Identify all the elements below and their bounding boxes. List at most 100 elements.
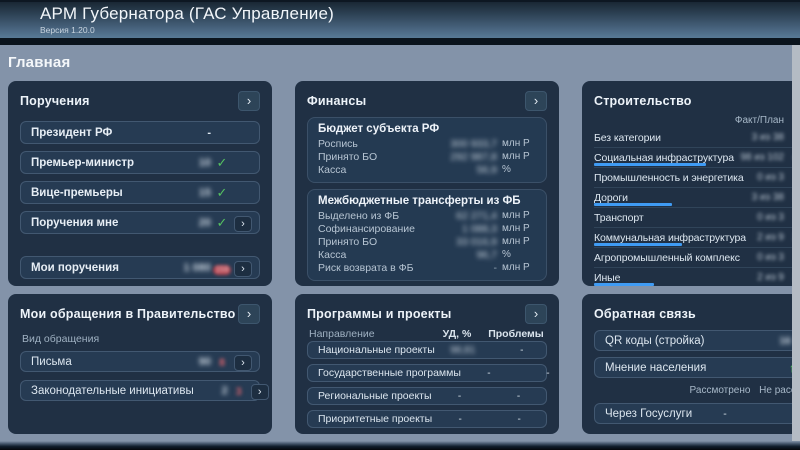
program-problems: - — [488, 414, 550, 425]
column-direction: Направление — [307, 328, 429, 340]
appeal-overdue-value: 8 — [219, 357, 225, 369]
finance-value: 292 987,8 — [433, 151, 497, 163]
programs-column-headers: Направление УД, % Проблемы — [307, 327, 547, 341]
programs-row-state[interactable]: Государственные программы - - — [307, 364, 547, 382]
appeal-value: 2 — [194, 385, 228, 397]
column-problems: Проблемы — [485, 328, 547, 340]
overdue-badge: 159 — [213, 265, 231, 275]
header-divider — [0, 38, 800, 45]
app-title: АРМ Губернатора (ГАС Управление) — [40, 4, 800, 24]
check-icon: ✓ — [217, 155, 228, 170]
panel-appeals: Мои обращения в Правительство › Вид обра… — [8, 294, 272, 434]
column-ud: УД, % — [429, 328, 485, 340]
assignment-row-my[interactable]: Мои поручения 1 080 159 › — [20, 256, 260, 279]
assignment-label: Вице-премьеры — [31, 187, 177, 199]
appeals-row-letters[interactable]: Письма 90 8 › — [20, 351, 260, 372]
feedback-row-qr[interactable]: QR коды (стройка) 16 — [594, 330, 800, 351]
row-chevron-button[interactable]: › — [234, 261, 252, 277]
chevron-right-icon: › — [534, 306, 538, 321]
program-ud: - — [432, 414, 488, 425]
assignment-row-to-me[interactable]: Поручения мне 20 ✓ › — [20, 211, 260, 234]
finance-unit: млн Р — [497, 138, 536, 149]
construction-fact: 2 из 9 — [732, 272, 784, 283]
assignment-value: 20 — [177, 217, 211, 229]
chevron-right-icon: › — [241, 218, 245, 230]
finance-value: - — [433, 262, 497, 274]
assignment-label: Президент РФ — [31, 127, 177, 139]
appeal-label: Письма — [31, 356, 177, 368]
check-icon: ✓ — [217, 185, 228, 200]
finance-value: 300 933,7 — [433, 138, 497, 150]
appeals-expand-button[interactable]: › — [238, 304, 260, 324]
construction-column-headers: Факт/План Динамика — [594, 115, 800, 128]
construction-label: Промышленность и энергетика — [594, 172, 744, 184]
panel-finance: Финансы › Бюджет субъекта РФ Роспись 300… — [295, 81, 559, 286]
assignments-expand-button[interactable]: › — [238, 91, 260, 111]
right-edge-strip — [792, 45, 800, 444]
row-chevron-button[interactable]: › — [234, 216, 252, 232]
assignment-label: Премьер-министр — [31, 157, 177, 169]
program-label: Государственные программы — [318, 367, 461, 379]
appeals-row-initiatives[interactable]: Законодательные инициативы 2 3 › — [20, 380, 260, 401]
panel-programs: Программы и проекты › Направление УД, % … — [295, 294, 559, 434]
program-problems: - — [488, 391, 550, 402]
feedback-column-headers: Рассмотрено Не рассмотрено — [594, 385, 800, 398]
panel-finance-title: Финансы — [307, 94, 366, 108]
assignment-row-vice-premiers[interactable]: Вице-премьеры 15 ✓ — [20, 181, 260, 204]
panel-assignments: Поручения › Президент РФ - Премьер-минис… — [8, 81, 272, 286]
feedback-row-gosuslugi[interactable]: Через Госуслуги - - — [594, 403, 800, 424]
appeal-label: Законодательные инициативы — [31, 385, 194, 397]
finance-label: Выделено из ФБ — [318, 210, 433, 222]
construction-row[interactable]: Дороги 3 из 38 1 — [594, 188, 800, 208]
programs-row-national[interactable]: Национальные проекты 98,81 - — [307, 341, 547, 359]
construction-row[interactable]: Социальная инфраструктура 98 из 102 41 — [594, 148, 800, 168]
finance-value: 33 016,9 — [433, 236, 497, 248]
assignment-row-president[interactable]: Президент РФ - — [20, 121, 260, 144]
progress-bar — [594, 243, 682, 246]
app-header: АРМ Губернатора (ГАС Управление) Версия … — [0, 0, 800, 38]
appeal-value: 90 — [177, 356, 211, 368]
construction-label: Агропромышленный комплекс — [594, 252, 740, 264]
programs-row-regional[interactable]: Региональные проекты - - — [307, 387, 547, 405]
finance-unit: млн Р — [497, 151, 536, 162]
construction-fact: 98 из 102 — [732, 152, 784, 163]
programs-expand-button[interactable]: › — [525, 304, 547, 324]
budget-card-title: Бюджет субъекта РФ — [318, 123, 536, 135]
finance-row: Риск возврата в ФБ - млн Р — [318, 261, 536, 274]
assignment-value: 10 — [177, 157, 211, 169]
finance-expand-button[interactable]: › — [525, 91, 547, 111]
construction-row[interactable]: Промышленность и энергетика 0 из 3 — [594, 168, 800, 188]
finance-label: Касса — [318, 164, 433, 176]
finance-label: Касса — [318, 249, 433, 261]
progress-bar — [594, 203, 672, 206]
check-icon: ✓ — [217, 215, 228, 230]
program-problems: - — [491, 345, 553, 356]
appeals-type-label: Вид обращения — [22, 333, 260, 345]
bottom-window-edge — [0, 441, 800, 450]
assignment-row-premier[interactable]: Премьер-министр 10 ✓ — [20, 151, 260, 174]
finance-value: 1 088,3 — [433, 223, 497, 235]
construction-row[interactable]: Коммунальная инфраструктура 2 из 9 28 — [594, 228, 800, 248]
feedback-label: Через Госуслуги — [605, 408, 689, 420]
page-title: Главная — [8, 54, 800, 71]
finance-unit: млн Р — [497, 210, 536, 221]
feedback-label: QR коды (стройка) — [605, 335, 779, 347]
construction-row[interactable]: Транспорт 0 из 3 — [594, 208, 800, 228]
row-chevron-button[interactable]: › — [234, 355, 252, 371]
program-label: Региональные проекты — [318, 390, 432, 402]
feedback-row-opinion[interactable]: Мнение населения ↑ — [594, 357, 800, 378]
construction-row[interactable]: Иные 2 из 9 2 — [594, 268, 800, 286]
construction-row[interactable]: Агропромышленный комплекс 0 из 3 — [594, 248, 800, 268]
finance-label: Роспись — [318, 138, 433, 150]
programs-row-priority[interactable]: Приоритетные проекты - - — [307, 410, 547, 428]
column-reviewed: Рассмотрено — [684, 385, 756, 398]
finance-label: Софинансирование — [318, 223, 433, 235]
panel-feedback: Обратная связь QR коды (стройка) 16 Мнен… — [582, 294, 800, 434]
construction-row[interactable]: Без категории 3 из 38 — [594, 128, 800, 148]
app-version: Версия 1.20.0 — [40, 25, 800, 35]
row-chevron-button[interactable]: › — [251, 384, 269, 400]
construction-label: Транспорт — [594, 212, 644, 224]
program-problems: - — [517, 368, 559, 379]
finance-row: Софинансирование 1 088,3 млн Р — [318, 222, 536, 235]
progress-bar — [594, 163, 706, 166]
